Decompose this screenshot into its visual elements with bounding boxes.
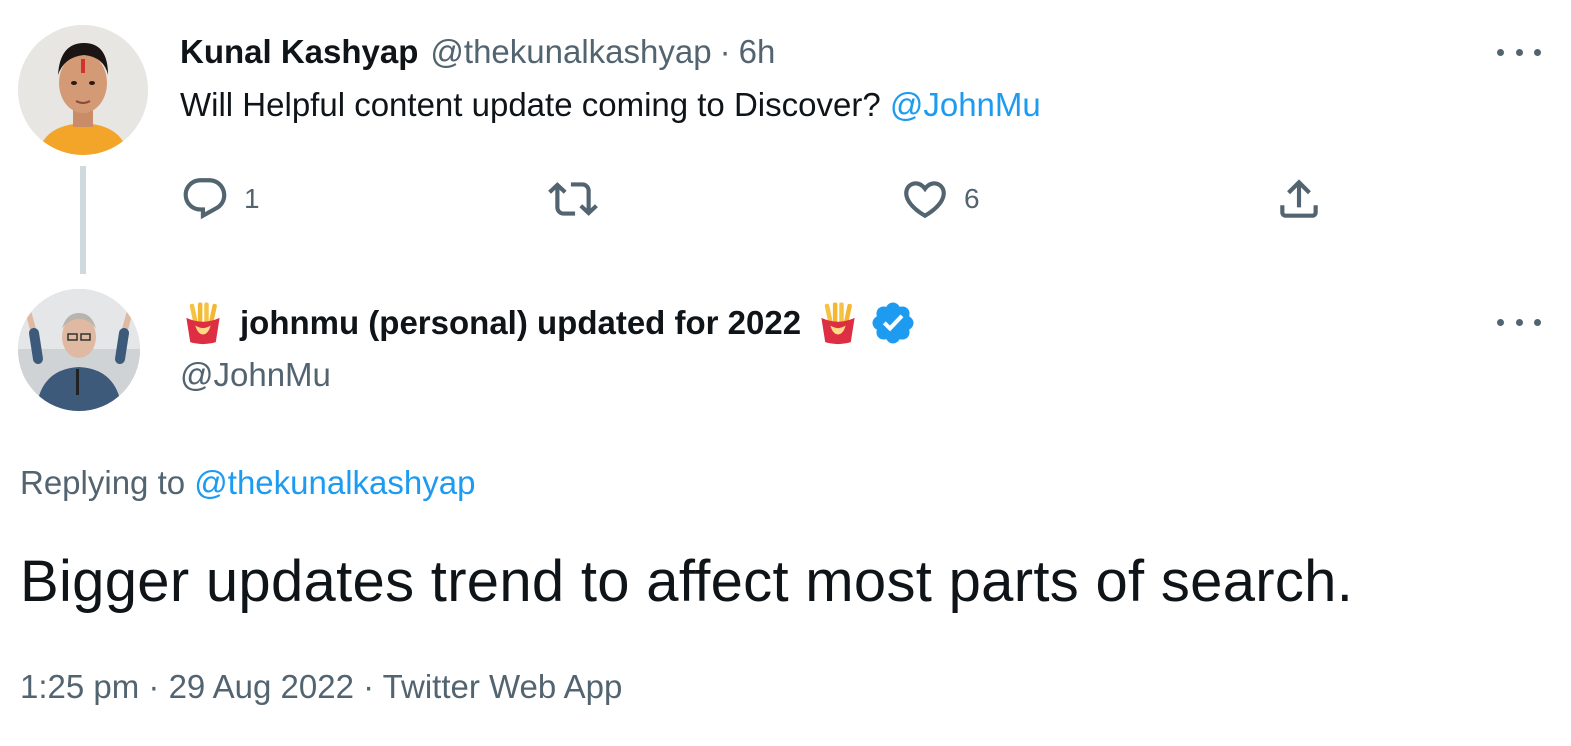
more-icon[interactable] — [1497, 307, 1541, 337]
johnmu-avatar[interactable] — [18, 289, 140, 411]
more-icon[interactable] — [1497, 37, 1541, 67]
kunal-avatar[interactable] — [18, 25, 148, 155]
fries-emoji-icon — [821, 302, 855, 345]
like-icon — [904, 181, 946, 219]
tweet-actions: 1 6 — [180, 172, 1350, 226]
parent-author-handle[interactable]: @thekunalkashyap — [430, 33, 711, 71]
retweet-icon — [548, 182, 598, 216]
replying-label: Replying to — [20, 464, 186, 501]
parent-tweet-time[interactable]: 6h — [739, 33, 776, 71]
reply-author-name[interactable]: johnmu (personal) updated for 2022 — [240, 304, 801, 342]
reply-count: 1 — [244, 183, 260, 214]
parent-author-name[interactable]: Kunal Kashyap — [180, 33, 418, 71]
parent-tweet-body: Will Helpful content update coming to Di… — [180, 86, 881, 123]
reply-button[interactable]: 1 — [180, 172, 260, 226]
verified-badge-icon[interactable] — [869, 299, 917, 347]
mention-link[interactable]: @JohnMu — [890, 86, 1041, 123]
like-count: 6 — [964, 183, 980, 214]
like-button[interactable]: 6 — [900, 172, 980, 226]
parent-tweet-text: Will Helpful content update coming to Di… — [180, 86, 1041, 124]
reply-tweet-text: Bigger updates trend to affect most part… — [20, 549, 1354, 614]
share-icon — [1280, 179, 1318, 218]
reply-tweet-header: johnmu (personal) updated for 2022 — [180, 296, 917, 350]
retweet-button[interactable] — [548, 172, 612, 226]
replying-handle-link[interactable]: @thekunalkashyap — [194, 464, 475, 501]
replying-to: Replying to @thekunalkashyap — [20, 464, 475, 502]
reply-icon — [183, 178, 227, 220]
reply-author-handle[interactable]: @JohnMu — [180, 356, 331, 394]
parent-tweet-header: Kunal Kashyap @thekunalkashyap · 6h — [180, 28, 775, 76]
fries-emoji-icon — [186, 302, 220, 345]
separator-dot: · — [719, 33, 731, 70]
share-button[interactable] — [1274, 172, 1324, 226]
thread-line — [80, 166, 86, 274]
tweet-timestamp[interactable]: 1:25 pm · 29 Aug 2022 · Twitter Web App — [20, 668, 622, 706]
